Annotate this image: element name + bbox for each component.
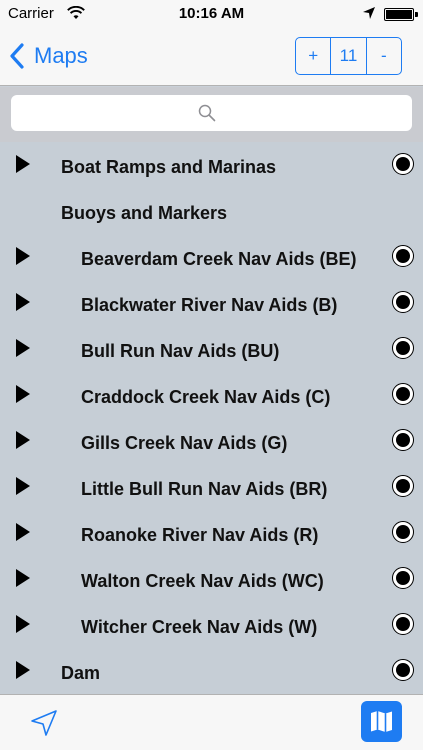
zoom-out-button[interactable]: - <box>365 38 401 74</box>
triangle-right-icon[interactable] <box>15 292 31 312</box>
bottom-toolbar <box>0 694 423 750</box>
radio-selected-icon[interactable] <box>392 613 414 635</box>
layer-row-label: Blackwater River Nav Aids (B) <box>81 295 338 315</box>
triangle-right-icon[interactable] <box>15 614 31 634</box>
radio-selected-icon[interactable] <box>392 153 414 175</box>
layer-row[interactable]: Boat Ramps and Marinas <box>0 144 423 190</box>
back-button-label: Maps <box>34 43 88 68</box>
layer-row-label: Walton Creek Nav Aids (WC) <box>81 571 324 591</box>
layer-row[interactable]: Craddock Creek Nav Aids (C) <box>0 374 423 420</box>
layer-row[interactable]: Walton Creek Nav Aids (WC) <box>0 558 423 604</box>
location-arrow-icon[interactable] <box>28 707 60 739</box>
zoom-control: + 11 - <box>295 37 402 75</box>
back-button[interactable]: Maps <box>8 40 88 72</box>
battery-icon <box>384 8 418 21</box>
map-button[interactable] <box>361 701 402 742</box>
radio-selected-icon[interactable] <box>392 429 414 451</box>
layer-row-label: Bull Run Nav Aids (BU) <box>81 341 280 361</box>
radio-selected-icon[interactable] <box>392 337 414 359</box>
triangle-right-icon[interactable] <box>15 384 31 404</box>
layer-row[interactable]: Blackwater River Nav Aids (B) <box>0 282 423 328</box>
triangle-right-icon[interactable] <box>15 338 31 358</box>
triangle-right-icon[interactable] <box>15 246 31 266</box>
layer-row[interactable]: Roanoke River Nav Aids (R) <box>0 512 423 558</box>
triangle-right-icon[interactable] <box>15 430 31 450</box>
triangle-right-icon[interactable] <box>15 522 31 542</box>
layer-row-label: Buoys and Markers <box>61 203 228 223</box>
radio-selected-icon[interactable] <box>392 245 414 267</box>
triangle-right-icon[interactable] <box>15 568 31 588</box>
layer-row-label: Roanoke River Nav Aids (R) <box>81 525 319 545</box>
radio-selected-icon[interactable] <box>392 475 414 497</box>
triangle-right-icon[interactable] <box>15 154 31 174</box>
search-input[interactable] <box>11 95 412 131</box>
radio-selected-icon[interactable] <box>392 567 414 589</box>
status-bar: Carrier 10:16 AM <box>0 0 423 28</box>
navigation-bar: Maps + 11 - <box>0 28 423 86</box>
layer-row[interactable]: Dam <box>0 650 423 694</box>
map-icon <box>371 711 392 732</box>
layer-row-label: Witcher Creek Nav Aids (W) <box>81 617 318 637</box>
layer-list: Boat Ramps and Marinas Buoys and Markers B… <box>0 142 423 694</box>
triangle-right-icon[interactable] <box>15 476 31 496</box>
layer-row-label: Craddock Creek Nav Aids (C) <box>81 387 331 407</box>
radio-selected-icon[interactable] <box>392 659 414 681</box>
layer-row[interactable]: Bull Run Nav Aids (BU) <box>0 328 423 374</box>
chevron-left-icon <box>10 43 24 69</box>
triangle-right-icon[interactable] <box>15 660 31 680</box>
radio-selected-icon[interactable] <box>392 383 414 405</box>
layer-row-label: Beaverdam Creek Nav Aids (BE) <box>81 249 357 269</box>
layer-row[interactable]: Beaverdam Creek Nav Aids (BE) <box>0 236 423 282</box>
radio-selected-icon[interactable] <box>392 291 414 313</box>
layer-row-label: Little Bull Run Nav Aids (BR) <box>81 479 328 499</box>
layer-row-label: Gills Creek Nav Aids (G) <box>81 433 288 453</box>
search-bar <box>0 87 423 142</box>
location-services-icon <box>363 7 375 19</box>
radio-selected-icon[interactable] <box>392 521 414 543</box>
layer-row[interactable]: Buoys and Markers <box>0 190 423 236</box>
clock: 10:16 AM <box>178 5 245 22</box>
zoom-level-indicator: 11 <box>330 38 365 74</box>
layer-row[interactable]: Gills Creek Nav Aids (G) <box>0 420 423 466</box>
zoom-in-button[interactable]: + <box>296 38 330 74</box>
layer-row-label: Dam <box>61 663 101 683</box>
layer-row[interactable]: Witcher Creek Nav Aids (W) <box>0 604 423 650</box>
layer-row[interactable]: Little Bull Run Nav Aids (BR) <box>0 466 423 512</box>
layer-row-label: Boat Ramps and Marinas <box>61 157 277 177</box>
